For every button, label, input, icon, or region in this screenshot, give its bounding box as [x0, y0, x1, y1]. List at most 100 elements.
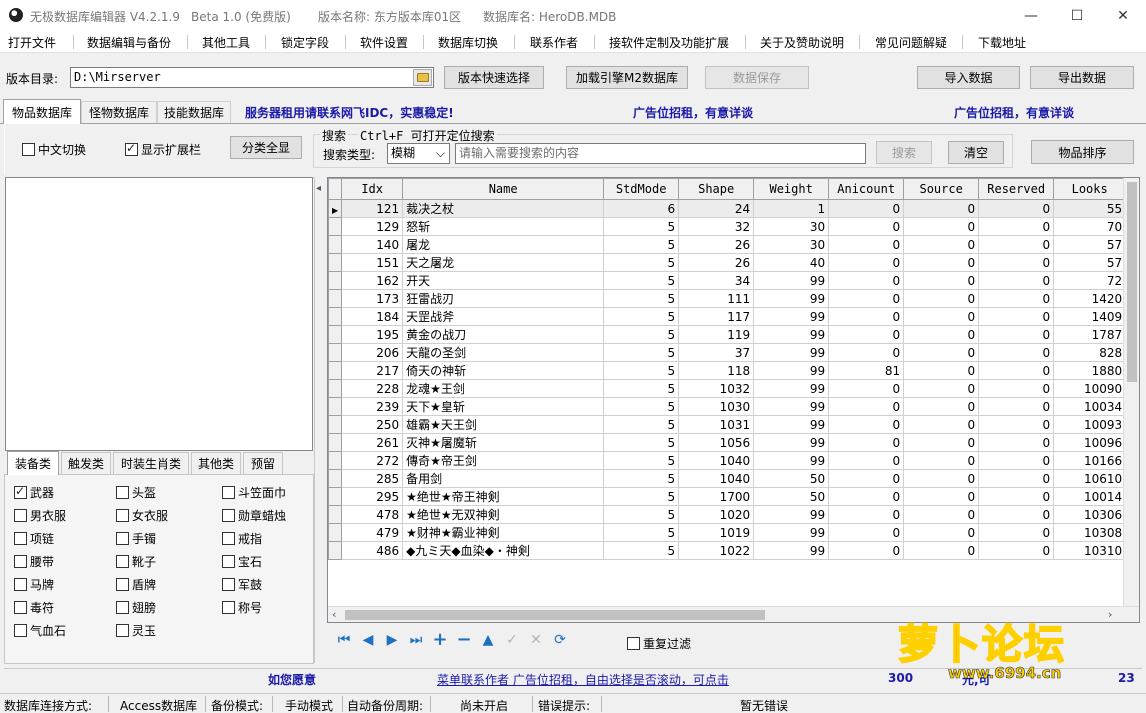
table-cell[interactable]: 206 — [341, 343, 404, 362]
cancel-icon[interactable]: ✕ — [528, 632, 544, 648]
table-cell[interactable]: 0 — [978, 505, 1055, 524]
repeat-filter-checkbox[interactable]: 重复过滤 — [627, 635, 691, 652]
table-cell[interactable]: 怒斩 — [402, 217, 605, 236]
equip-type-checkbox[interactable]: 灵玉 — [116, 622, 156, 639]
table-cell[interactable]: 1019 — [678, 523, 755, 542]
checkbox-box[interactable] — [14, 601, 27, 614]
table-cell[interactable]: 117 — [678, 307, 755, 326]
table-cell[interactable]: 57 — [1053, 253, 1127, 272]
table-cell[interactable]: 0 — [978, 433, 1055, 452]
cat-fashion[interactable]: 时装生肖类 — [113, 452, 189, 474]
table-cell[interactable]: 5 — [603, 325, 680, 344]
table-cell[interactable]: 99 — [753, 271, 830, 290]
table-row[interactable]: 486 ◆九ミ天◆血染◆・神剣 5 1022 99 0 0 0 10310 — [328, 541, 1127, 560]
checkbox-box[interactable] — [14, 509, 27, 522]
table-cell[interactable]: 1420 — [1053, 289, 1127, 308]
table-cell[interactable]: 30 — [753, 235, 830, 254]
table-cell[interactable]: 30 — [753, 217, 830, 236]
table-cell[interactable]: 0 — [903, 415, 980, 434]
table-cell[interactable]: 1040 — [678, 469, 755, 488]
equip-type-checkbox[interactable]: 头盔 — [116, 484, 156, 501]
table-cell[interactable]: 140 — [341, 235, 404, 254]
table-cell[interactable]: 70 — [1053, 217, 1127, 236]
tab-monsters[interactable]: 怪物数据库 — [81, 101, 157, 123]
scroll-thumb[interactable] — [345, 610, 765, 620]
checkbox-box[interactable] — [116, 509, 129, 522]
export-button[interactable]: 导出数据 — [1030, 66, 1134, 89]
menu-contact-author[interactable]: 联系作者 — [530, 34, 578, 51]
table-cell[interactable]: 5 — [603, 217, 680, 236]
table-cell[interactable]: 狂雷战刃 — [402, 289, 605, 308]
table-cell[interactable]: 5 — [603, 379, 680, 398]
table-row[interactable]: 295 ★绝世★帝王神剣 5 1700 50 0 0 0 10014 — [328, 487, 1127, 506]
checkbox-box[interactable] — [222, 486, 235, 499]
table-cell[interactable]: 151 — [341, 253, 404, 272]
table-cell[interactable]: ★财神★霸业神剣 — [402, 523, 605, 542]
table-cell[interactable]: 0 — [828, 289, 905, 308]
table-cell[interactable]: 0 — [903, 541, 980, 560]
row-indicator[interactable] — [328, 505, 343, 524]
table-cell[interactable]: 0 — [828, 487, 905, 506]
table-cell[interactable]: 0 — [828, 451, 905, 470]
table-cell[interactable]: 0 — [903, 361, 980, 380]
table-cell[interactable]: 黄金の战刀 — [402, 325, 605, 344]
table-cell[interactable]: 5 — [603, 469, 680, 488]
table-cell[interactable]: ◆九ミ天◆血染◆・神剣 — [402, 541, 605, 560]
maximize-button[interactable]: ☐ — [1054, 0, 1100, 31]
table-row[interactable]: 140 屠龙 5 26 30 0 0 0 57 — [328, 235, 1127, 254]
column-header-name[interactable]: Name — [402, 178, 605, 200]
search-type-select[interactable]: 模糊 ⌵ — [387, 143, 450, 164]
table-cell[interactable]: 5 — [603, 505, 680, 524]
table-row[interactable]: 228 龙魂★王剑 5 1032 99 0 0 0 10090 — [328, 379, 1127, 398]
refresh-icon[interactable]: ⟳ — [552, 632, 568, 648]
row-indicator[interactable] — [328, 325, 343, 344]
table-cell[interactable]: 0 — [978, 307, 1055, 326]
table-cell[interactable]: 0 — [903, 199, 980, 218]
equip-type-checkbox[interactable]: 勋章蜡烛 — [222, 507, 286, 524]
row-indicator[interactable] — [328, 253, 343, 272]
table-cell[interactable]: 5 — [603, 415, 680, 434]
table-cell[interactable]: 0 — [978, 379, 1055, 398]
checkbox-box[interactable] — [14, 624, 27, 637]
checkbox-box[interactable] — [222, 509, 235, 522]
column-header-source[interactable]: Source — [903, 178, 980, 200]
table-cell[interactable]: 0 — [828, 505, 905, 524]
checkbox-box[interactable] — [222, 555, 235, 568]
checkbox-box[interactable] — [14, 555, 27, 568]
equip-type-checkbox[interactable]: 军鼓 — [222, 576, 262, 593]
item-list-panel[interactable] — [5, 177, 313, 451]
table-cell[interactable]: 99 — [753, 397, 830, 416]
column-header-idx[interactable]: Idx — [341, 178, 404, 200]
row-indicator[interactable] — [328, 343, 343, 362]
table-cell[interactable]: 10610 — [1053, 469, 1127, 488]
table-cell[interactable]: 228 — [341, 379, 404, 398]
menu-customization[interactable]: 接软件定制及功能扩展 — [609, 34, 729, 51]
table-cell[interactable]: 5 — [603, 253, 680, 272]
row-indicator[interactable] — [328, 451, 343, 470]
table-cell[interactable]: 10308 — [1053, 523, 1127, 542]
equip-type-checkbox[interactable]: 马牌 — [14, 576, 54, 593]
table-cell[interactable]: 118 — [678, 361, 755, 380]
table-cell[interactable]: 5 — [603, 361, 680, 380]
table-cell[interactable]: 479 — [341, 523, 404, 542]
checkbox-box[interactable] — [14, 532, 27, 545]
import-button[interactable]: 导入数据 — [917, 66, 1020, 89]
table-cell[interactable]: 99 — [753, 505, 830, 524]
table-cell[interactable]: 0 — [828, 397, 905, 416]
checkbox-box[interactable] — [116, 624, 129, 637]
tab-skills[interactable]: 技能数据库 — [157, 101, 231, 123]
table-cell[interactable]: 5 — [603, 235, 680, 254]
insert-icon[interactable]: + — [432, 631, 448, 649]
row-indicator[interactable] — [328, 541, 343, 560]
table-row[interactable]: 184 天罡战斧 5 117 99 0 0 0 1409 — [328, 307, 1127, 326]
cat-equip[interactable]: 装备类 — [7, 451, 59, 475]
table-cell[interactable]: 486 — [341, 541, 404, 560]
equip-type-checkbox[interactable]: 气血石 — [14, 622, 66, 639]
version-dir-input[interactable]: D:\Mirserver — [70, 67, 434, 88]
table-cell[interactable]: 0 — [978, 289, 1055, 308]
table-cell[interactable]: 0 — [978, 397, 1055, 416]
table-cell[interactable]: 0 — [978, 325, 1055, 344]
table-cell[interactable]: 0 — [903, 451, 980, 470]
equip-type-checkbox[interactable]: 称号 — [222, 599, 262, 616]
table-row[interactable]: 285 备用剑 5 1040 50 0 0 0 10610 — [328, 469, 1127, 488]
